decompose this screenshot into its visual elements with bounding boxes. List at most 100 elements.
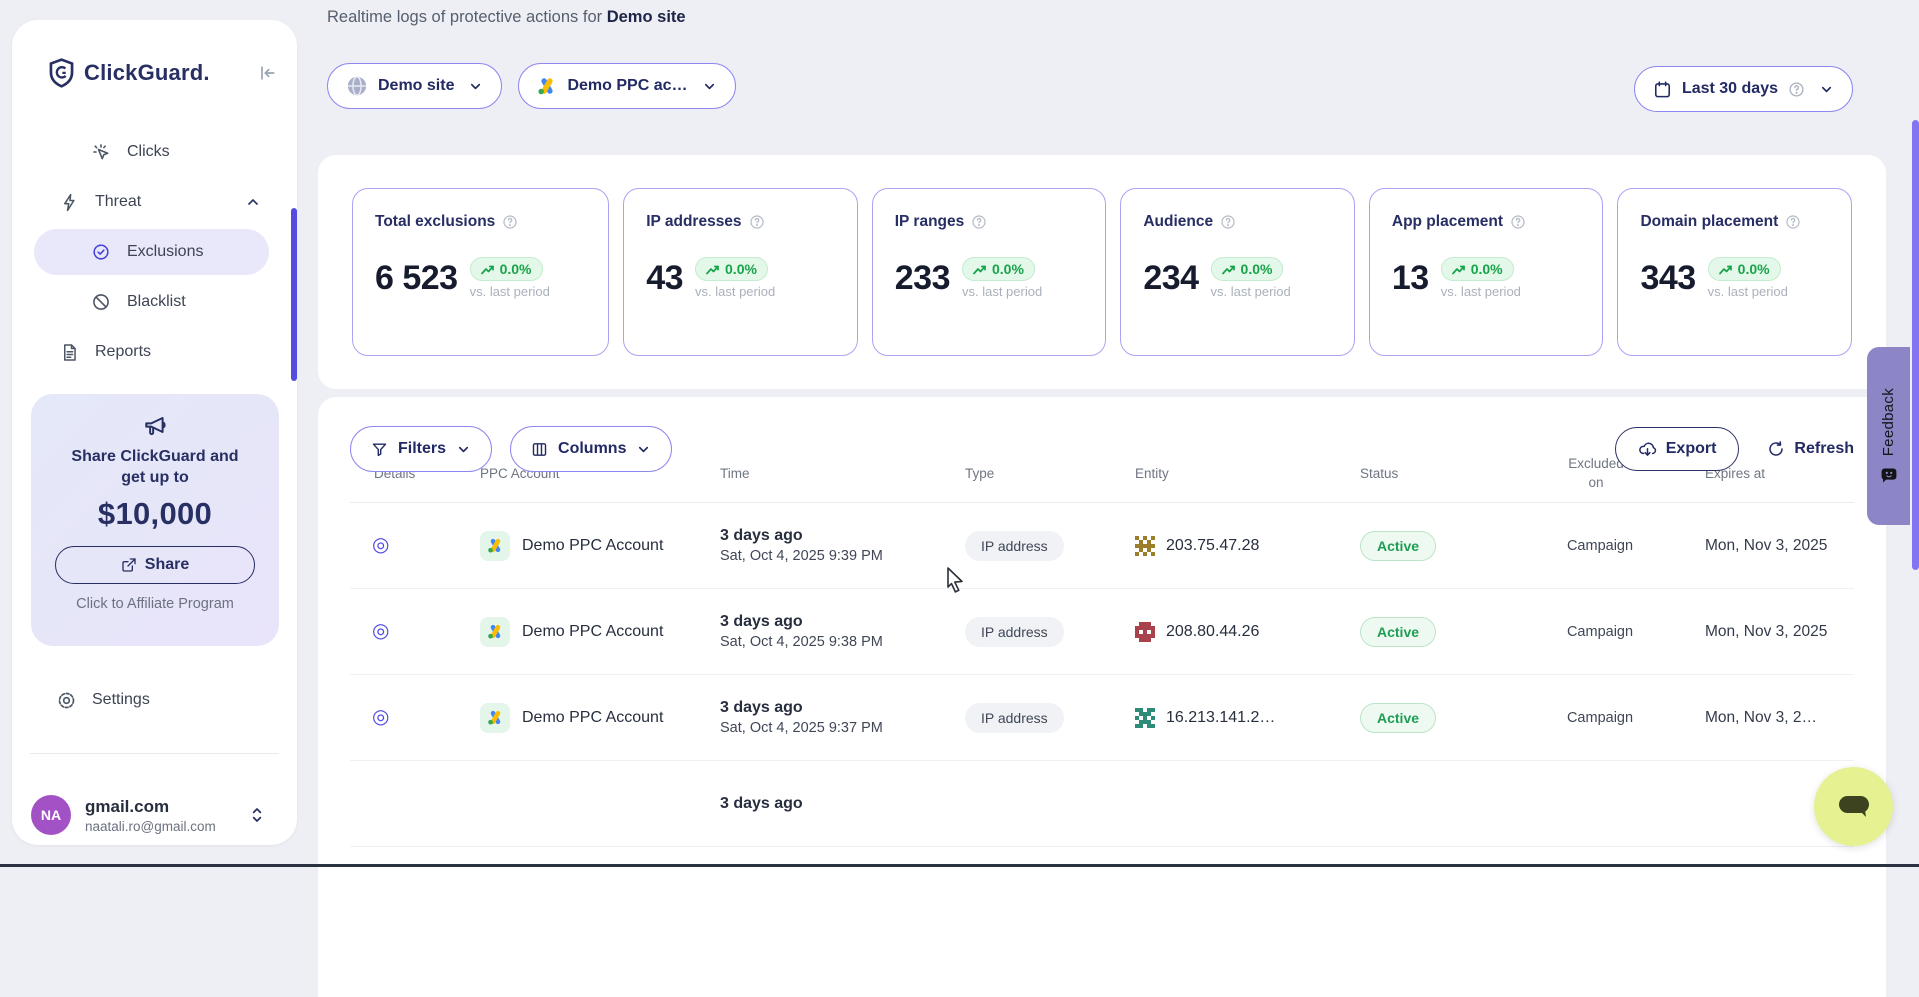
stat-label: Audience [1143, 213, 1213, 231]
sidebar-item-blacklist[interactable]: Blacklist [12, 280, 297, 324]
columns-button[interactable]: Columns [510, 426, 672, 472]
stat-value: 6 523 [375, 259, 458, 298]
chevron-down-icon [702, 79, 717, 94]
sidebar-item-clicks[interactable]: Clicks [12, 130, 297, 174]
refresh-button-label: Refresh [1794, 440, 1854, 458]
collapse-sidebar-icon[interactable] [257, 63, 277, 83]
help-circle-icon[interactable] [1510, 214, 1526, 230]
stat-change-value: 0.0% [1471, 261, 1503, 277]
help-circle-icon[interactable] [1220, 214, 1236, 230]
promo-amount: $10,000 [31, 496, 279, 532]
type-badge: IP address [965, 531, 1064, 561]
entity-identicon [1135, 708, 1155, 728]
stat-caption: vs. last period [470, 284, 550, 299]
stat-label: Total exclusions [375, 213, 495, 231]
external-link-icon [121, 557, 137, 573]
view-details-icon[interactable]: ◎ [372, 534, 389, 556]
expires-at-value: Mon, Nov 3, 2025 [1675, 623, 1854, 641]
sidebar-item-label: Blacklist [127, 293, 186, 311]
stat-label: Domain placement [1640, 213, 1778, 231]
export-button[interactable]: Export [1615, 427, 1740, 471]
view-details-icon[interactable]: ◎ [372, 706, 389, 728]
share-button-label: Share [145, 556, 189, 574]
status-badge: Active [1360, 617, 1436, 647]
sidebar-item-label: Clicks [127, 143, 170, 161]
subtitle-site: Demo site [607, 8, 686, 26]
ppc-account-name: Demo PPC Account [522, 709, 663, 727]
stat-value: 233 [895, 259, 950, 298]
affiliate-promo-card[interactable]: Share ClickGuard and get up to $10,000 S… [31, 394, 279, 646]
calendar-icon [1653, 80, 1672, 99]
status-badge: Active [1360, 531, 1436, 561]
brand-row: ClickGuard. [48, 56, 277, 90]
table-toolbar: Filters Columns Export Refresh [350, 426, 1854, 472]
entity-identicon [1135, 622, 1155, 642]
promo-footnote: Click to Affiliate Program [31, 596, 279, 612]
selector-row: Demo site Demo PPC ac… [327, 63, 736, 109]
sidebar-item-threat[interactable]: Threat [12, 180, 297, 224]
table-row: ◎ Demo PPC Account 3 days ago Sat, Oct 4… [350, 675, 1854, 761]
ppc-account-selector[interactable]: Demo PPC ac… [518, 63, 735, 109]
clickguard-logo-icon [48, 58, 75, 88]
expires-at-value: Mon, Nov 3, 2025 [1675, 537, 1854, 555]
stat-caption: vs. last period [1441, 284, 1521, 299]
stat-change-badge: 0.0% [1441, 257, 1514, 281]
stat-value: 343 [1640, 259, 1695, 298]
google-ads-icon [480, 703, 510, 733]
sidebar-item-settings[interactable]: Settings [12, 678, 297, 722]
filter-icon [371, 441, 388, 458]
sidebar-item-reports[interactable]: Reports [12, 330, 297, 374]
stat-card-app-placement: App placement 13 0.0% vs. last period [1369, 188, 1604, 356]
export-button-label: Export [1666, 440, 1717, 458]
trend-up-icon [973, 264, 987, 275]
entity-value: 208.80.44.26 [1166, 623, 1259, 641]
stat-label: IP ranges [895, 213, 965, 231]
stat-change-value: 0.0% [1241, 261, 1273, 277]
trend-up-icon [1719, 264, 1733, 275]
help-circle-icon[interactable] [502, 214, 518, 230]
chevron-down-icon [468, 79, 483, 94]
site-selector[interactable]: Demo site [327, 63, 502, 109]
time-relative: 3 days ago [720, 527, 965, 545]
stat-caption: vs. last period [1211, 284, 1291, 299]
help-circle-icon[interactable] [749, 214, 765, 230]
expires-at-value: Mon, Nov 3, 2… [1675, 709, 1854, 727]
columns-icon [531, 441, 548, 458]
ppc-account-name: Demo PPC Account [522, 623, 663, 641]
time-relative: 3 days ago [720, 699, 965, 717]
stat-label: IP addresses [646, 213, 741, 231]
view-details-icon[interactable]: ◎ [372, 620, 389, 642]
help-circle-icon [1788, 81, 1805, 98]
help-circle-icon[interactable] [1785, 214, 1801, 230]
globe-icon [346, 75, 368, 97]
stat-change-value: 0.0% [992, 261, 1024, 277]
sidebar-menu: Clicks Threat Exclusions [12, 130, 297, 374]
refresh-button[interactable]: Refresh [1767, 440, 1854, 458]
chat-launcher-button[interactable] [1814, 767, 1893, 846]
time-absolute: Sat, Oct 4, 2025 9:39 PM [720, 548, 965, 564]
feedback-tab[interactable]: Feedback [1867, 347, 1910, 525]
help-circle-icon[interactable] [971, 214, 987, 230]
stat-card-ip-ranges: IP ranges 233 0.0% vs. last period [872, 188, 1107, 356]
stats-panel: Total exclusions 6 523 0.0% vs. last per… [318, 155, 1886, 389]
sidebar-item-label: Reports [95, 343, 151, 361]
table-row-partial: 3 days ago [350, 761, 1854, 847]
trend-up-icon [1452, 264, 1466, 275]
time-relative: 3 days ago [720, 795, 965, 813]
filters-button[interactable]: Filters [350, 426, 492, 472]
stat-change-badge: 0.0% [470, 257, 543, 281]
avatar: NA [31, 795, 71, 835]
sidebar-scrollbar[interactable] [291, 208, 297, 381]
sidebar-item-exclusions[interactable]: Exclusions [12, 230, 297, 274]
chevron-up-icon[interactable] [245, 194, 261, 210]
stat-caption: vs. last period [962, 284, 1042, 299]
stat-caption: vs. last period [695, 284, 775, 299]
date-range-label: Last 30 days [1682, 80, 1778, 98]
page-scrollbar[interactable] [1912, 120, 1919, 570]
user-account[interactable]: NA gmail.com naatali.ro@gmail.com [31, 783, 283, 847]
date-range-selector[interactable]: Last 30 days [1634, 66, 1853, 112]
share-button[interactable]: Share [55, 546, 255, 584]
sidebar-item-label: Settings [92, 691, 150, 709]
status-badge: Active [1360, 703, 1436, 733]
refresh-icon [1767, 440, 1785, 458]
